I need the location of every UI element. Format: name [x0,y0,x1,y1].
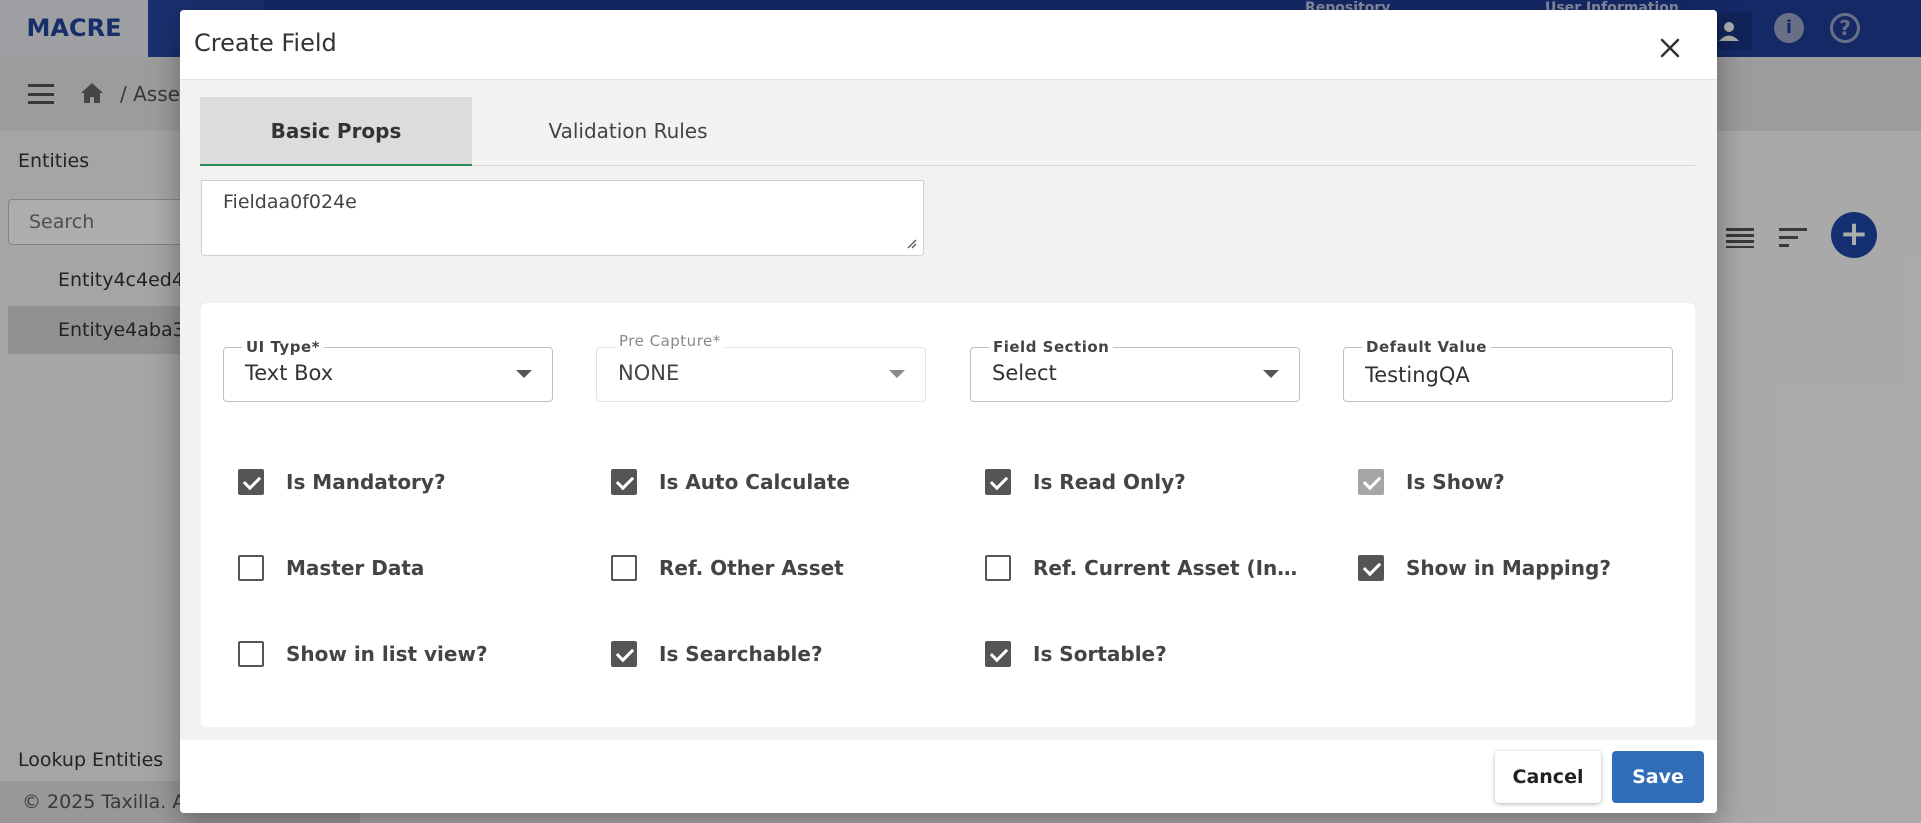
cancel-button[interactable]: Cancel [1495,751,1601,803]
checkbox-label: Master Data [286,556,425,580]
checkbox[interactable] [238,641,264,667]
pre-capture-select: Pre Capture* NONE [596,332,926,402]
checkbox-label: Show in Mapping? [1406,556,1611,580]
checkbox-show-in-list-view[interactable]: Show in list view? [238,641,488,667]
checkbox-label: Is Show? [1406,470,1505,494]
checkbox-label: Is Auto Calculate [659,470,850,494]
dialog-tabs: Basic Props Validation Rules [200,97,1695,166]
ui-type-value: Text Box [245,361,334,385]
checkbox[interactable] [238,469,264,495]
checkbox-label: Is Searchable? [659,642,823,666]
pre-capture-label: Pre Capture* [615,332,725,350]
chevron-down-icon[interactable] [1263,370,1279,378]
field-section-value: Select [992,361,1057,385]
checkbox-is-show: Is Show? [1358,469,1505,495]
chevron-down-icon [889,370,905,378]
create-field-dialog: Create Field Basic Props Validation Rule… [180,10,1717,813]
checkbox[interactable] [1358,555,1384,581]
checkbox-ref-current-asset[interactable]: Ref. Current Asset (Instan... [985,555,1301,581]
checkbox-label: Is Mandatory? [286,470,446,494]
checkbox-master-data[interactable]: Master Data [238,555,424,581]
checkbox-is-auto-calculate[interactable]: Is Auto Calculate [611,469,850,495]
checkbox[interactable] [985,469,1011,495]
pre-capture-value: NONE [618,361,680,385]
checkbox [1358,469,1384,495]
resize-handle-icon[interactable] [905,237,917,249]
save-button[interactable]: Save [1612,751,1704,803]
default-value-label: Default Value [1362,338,1491,356]
ui-type-label: UI Type* [242,338,324,356]
checkbox-label: Show in list view? [286,642,488,666]
ui-type-select[interactable]: UI Type* Text Box [223,338,553,402]
tab-validation-rules[interactable]: Validation Rules [492,97,764,166]
field-section-label: Field Section [989,338,1114,356]
checkbox-is-mandatory[interactable]: Is Mandatory? [238,469,446,495]
checkbox-is-sortable[interactable]: Is Sortable? [985,641,1167,667]
default-value-field[interactable]: Default Value [1343,338,1673,402]
chevron-down-icon[interactable] [516,370,532,378]
checkbox-label: Ref. Other Asset [659,556,844,580]
field-section-select[interactable]: Field Section Select [970,338,1300,402]
close-icon[interactable] [1654,32,1686,64]
checkbox-show-in-mapping[interactable]: Show in Mapping? [1358,555,1611,581]
checkbox-label: Ref. Current Asset (Instan... [1033,556,1301,580]
checkbox[interactable] [985,641,1011,667]
checkbox[interactable] [238,555,264,581]
checkbox[interactable] [611,555,637,581]
checkbox[interactable] [985,555,1011,581]
dialog-footer [180,740,1717,813]
checkbox[interactable] [611,469,637,495]
tab-basic-props[interactable]: Basic Props [200,97,472,166]
checkbox-label: Is Sortable? [1033,642,1167,666]
checkbox[interactable] [611,641,637,667]
checkbox-is-read-only[interactable]: Is Read Only? [985,469,1186,495]
checkbox-ref-other-asset[interactable]: Ref. Other Asset [611,555,844,581]
textarea-value: Fieldaa0f024e [223,191,357,213]
dialog-header: Create Field [180,10,1717,80]
dialog-title: Create Field [194,29,337,57]
checkbox-is-searchable[interactable]: Is Searchable? [611,641,823,667]
checkbox-label: Is Read Only? [1033,470,1186,494]
field-name-textarea[interactable]: Fieldaa0f024e [201,180,924,256]
